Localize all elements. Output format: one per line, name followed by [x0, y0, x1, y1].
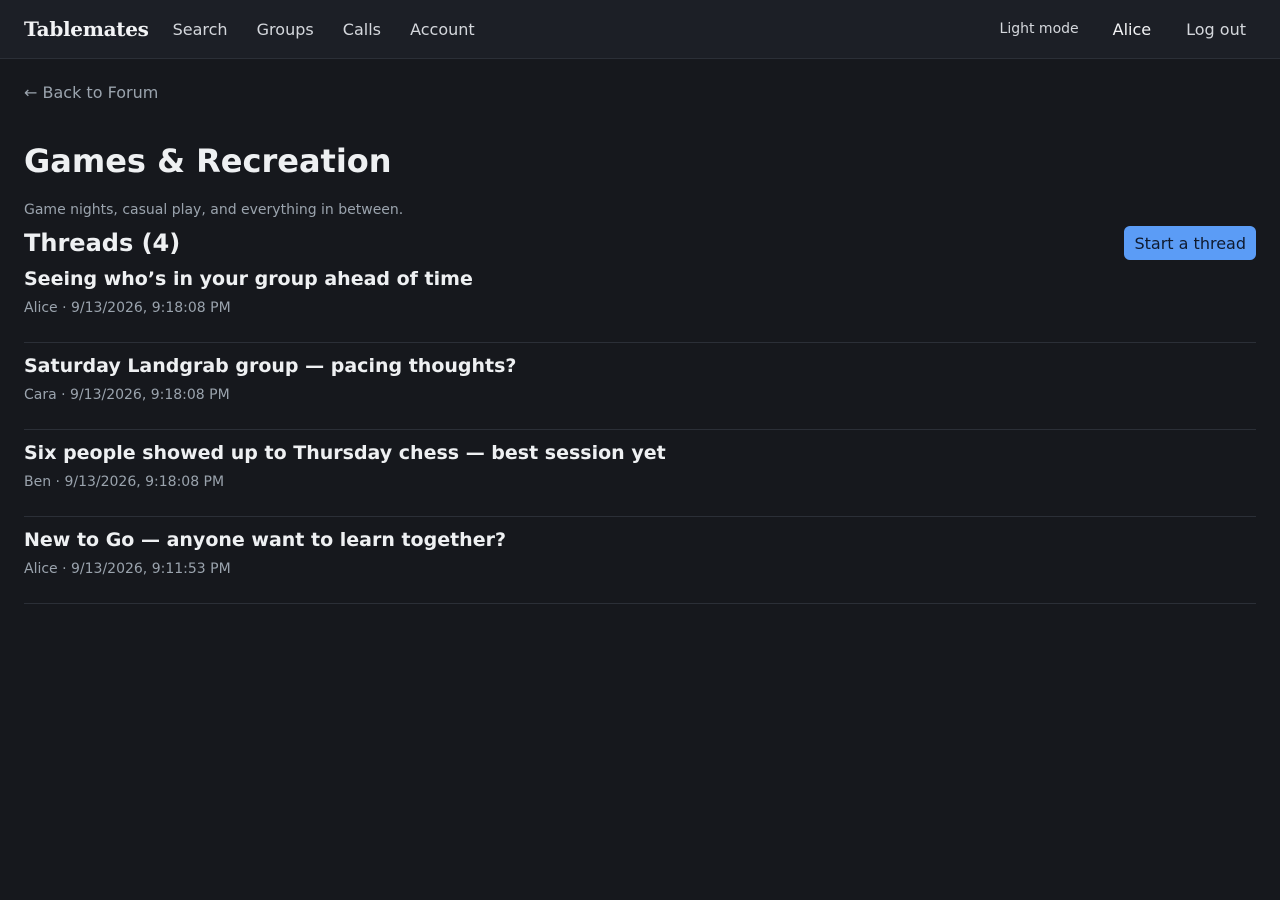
nav-search[interactable]: Search	[173, 20, 228, 39]
brand-logo[interactable]: Tablemates	[24, 17, 149, 41]
threads-heading: Threads (4)	[24, 229, 181, 258]
list-item: Six people showed up to Thursday chess —…	[24, 430, 1256, 518]
thread-title-link[interactable]: Saturday Landgrab group — pacing thought…	[24, 355, 516, 377]
page-title: Games & Recreation	[24, 142, 392, 180]
main-nav: Search Groups Calls Account	[173, 20, 499, 39]
page-subtitle: Game nights, casual play, and everything…	[24, 202, 404, 219]
list-item: Saturday Landgrab group — pacing thought…	[24, 343, 1256, 431]
thread-title-link[interactable]: Six people showed up to Thursday chess —…	[24, 442, 666, 464]
logout-button[interactable]: Log out	[1186, 20, 1246, 39]
thread-title-link[interactable]: Seeing who’s in your group ahead of time	[24, 268, 473, 290]
thread-meta: Cara · 9/13/2026, 9:18:08 PM	[24, 387, 230, 404]
light-mode-toggle[interactable]: Light mode	[1000, 21, 1079, 37]
threads-header: Threads (4) Start a thread	[24, 226, 1256, 261]
thread-title-link[interactable]: New to Go — anyone want to learn togethe…	[24, 529, 506, 551]
back-to-forum-link[interactable]: ← Back to Forum	[24, 83, 158, 102]
header-actions: Light mode Alice Log out	[1000, 20, 1256, 39]
main-content: ← Back to Forum Games & Recreation Game …	[0, 59, 1280, 605]
thread-meta: Ben · 9/13/2026, 9:18:08 PM	[24, 474, 225, 491]
list-item: New to Go — anyone want to learn togethe…	[24, 517, 1256, 605]
top-navbar: Tablemates Search Groups Calls Account L…	[0, 0, 1280, 59]
nav-groups[interactable]: Groups	[257, 20, 314, 39]
thread-list: Seeing who’s in your group ahead of time…	[24, 260, 1256, 605]
thread-meta: Alice · 9/13/2026, 9:11:53 PM	[24, 561, 231, 578]
nav-account[interactable]: Account	[410, 20, 475, 39]
start-thread-button[interactable]: Start a thread	[1124, 226, 1256, 261]
current-user[interactable]: Alice	[1113, 20, 1151, 39]
list-item: Seeing who’s in your group ahead of time…	[24, 260, 1256, 344]
thread-meta: Alice · 9/13/2026, 9:18:08 PM	[24, 300, 231, 317]
nav-calls[interactable]: Calls	[343, 20, 381, 39]
